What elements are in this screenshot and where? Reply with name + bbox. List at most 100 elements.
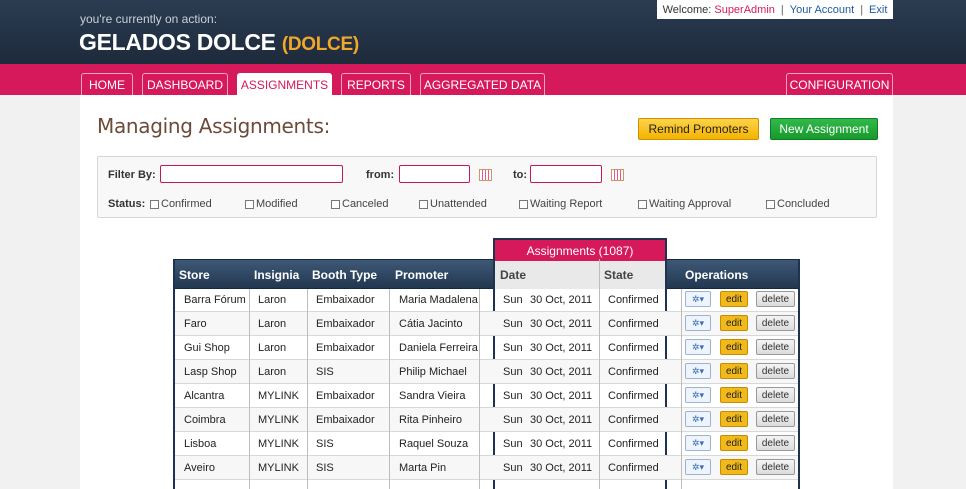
gear-menu-icon[interactable]: ✲▾ bbox=[685, 291, 711, 307]
tab-aggregated-data[interactable]: AGGREGATED DATA bbox=[420, 73, 545, 95]
edit-button[interactable]: edit bbox=[720, 435, 748, 451]
date-cell: 30 Oct, 2011 bbox=[530, 414, 593, 426]
status-waiting-report-checkbox[interactable]: Waiting Report bbox=[519, 198, 602, 210]
store-cell: Lisboa bbox=[184, 438, 217, 450]
table-row[interactable]: Lasp Shop Laron SIS Philip Michael Sun 30 Oct… bbox=[174, 360, 799, 384]
table-row[interactable]: Aveiro MYLINK SIS Marta Pin Sun 30 Oct, 2011 C… bbox=[174, 456, 799, 480]
store-cell: Faro bbox=[184, 318, 207, 330]
table-row[interactable]: Gui Shop Laron Embaixador Daniela Ferreira S… bbox=[174, 336, 799, 360]
column-header-state[interactable]: State bbox=[604, 268, 633, 282]
checkbox-box[interactable] bbox=[638, 199, 647, 209]
project-name: GELADOS DOLCE bbox=[79, 29, 276, 55]
table-border bbox=[798, 259, 800, 489]
status-canceled-checkbox[interactable]: Canceled bbox=[331, 198, 388, 210]
checkbox-box[interactable] bbox=[331, 199, 340, 209]
tab-reports[interactable]: REPORTS bbox=[341, 73, 411, 95]
checkbox-box[interactable] bbox=[245, 199, 254, 209]
delete-button[interactable]: delete bbox=[756, 363, 795, 379]
remind-promoters-button[interactable]: Remind Promoters bbox=[638, 118, 759, 140]
date-day-cell: Sun bbox=[503, 414, 523, 426]
table-border bbox=[173, 259, 175, 489]
promoter-cell: Maria Madalena bbox=[399, 294, 478, 306]
edit-button[interactable]: edit bbox=[720, 339, 748, 355]
gear-menu-icon[interactable]: ✲▾ bbox=[685, 435, 711, 451]
state-cell: Confirmed bbox=[608, 462, 659, 474]
column-header-date[interactable]: Date bbox=[500, 268, 526, 282]
gear-menu-icon[interactable]: ✲▾ bbox=[685, 411, 711, 427]
gear-menu-icon[interactable]: ✲▾ bbox=[685, 363, 711, 379]
delete-button[interactable]: delete bbox=[756, 291, 795, 307]
promoter-cell: Marta Pin bbox=[399, 462, 447, 474]
delete-button[interactable]: delete bbox=[756, 387, 795, 403]
status-confirmed-checkbox[interactable]: Confirmed bbox=[150, 198, 212, 210]
status-unattended-checkbox[interactable]: Unattended bbox=[419, 198, 487, 210]
date-day-cell: Sun bbox=[503, 342, 523, 354]
date-cell: 30 Oct, 2011 bbox=[530, 390, 593, 402]
table-row[interactable]: Alcantra MYLINK Embaixador Sandra Vieira Sun… bbox=[174, 384, 799, 408]
exit-link[interactable]: Exit bbox=[869, 4, 887, 16]
gear-menu-icon[interactable]: ✲▾ bbox=[685, 459, 711, 475]
delete-button[interactable]: delete bbox=[756, 411, 795, 427]
gear-menu-icon[interactable]: ✲▾ bbox=[685, 387, 711, 403]
assignments-count-caption: Assignments (1087) bbox=[495, 240, 665, 261]
gear-menu-icon[interactable]: ✲▾ bbox=[685, 315, 711, 331]
tab-configuration[interactable]: CONFIGURATION bbox=[786, 73, 893, 95]
promoter-cell: Daniela Ferreira bbox=[399, 342, 478, 354]
table-row[interactable]: Coimbra MYLINK Embaixador Rita Pinheiro Sun 3… bbox=[174, 408, 799, 432]
edit-button[interactable]: edit bbox=[720, 363, 748, 379]
status-label: Status: bbox=[108, 198, 146, 210]
to-label: to: bbox=[513, 169, 528, 181]
state-cell: Confirmed bbox=[608, 294, 659, 306]
insignia-cell: MYLINK bbox=[258, 414, 299, 426]
status-concluded-checkbox[interactable]: Concluded bbox=[766, 198, 830, 210]
date-day-cell: Sun bbox=[503, 438, 523, 450]
from-label: from: bbox=[366, 169, 395, 181]
edit-button[interactable]: edit bbox=[720, 291, 748, 307]
status-modified-checkbox[interactable]: Modified bbox=[245, 198, 298, 210]
table-row[interactable]: Faro Laron Embaixador Cátia Jacinto Sun 30 Oc… bbox=[174, 312, 799, 336]
gear-menu-icon[interactable]: ✲▾ bbox=[685, 339, 711, 355]
promoter-cell: Philip Michael bbox=[399, 366, 467, 378]
delete-button[interactable]: delete bbox=[756, 339, 795, 355]
edit-button[interactable]: edit bbox=[720, 315, 748, 331]
from-date-input[interactable] bbox=[399, 165, 470, 183]
status-waiting-approval-checkbox[interactable]: Waiting Approval bbox=[638, 198, 731, 210]
welcome-label: Welcome: SuperAdmin bbox=[662, 3, 775, 16]
tab-dashboard[interactable]: DASHBOARD bbox=[142, 73, 228, 95]
insignia-cell: Laron bbox=[258, 294, 287, 306]
checkbox-box[interactable] bbox=[150, 199, 159, 209]
new-assignment-button[interactable]: New Assignment bbox=[770, 118, 878, 140]
edit-button[interactable]: edit bbox=[720, 387, 748, 403]
table-row[interactable]: Barra Fórum Laron Embaixador Maria Madalena… bbox=[174, 288, 799, 312]
checkbox-box[interactable] bbox=[766, 199, 775, 209]
to-date-input[interactable] bbox=[530, 165, 602, 183]
calendar-icon[interactable] bbox=[611, 169, 624, 181]
state-cell: Confirmed bbox=[608, 366, 659, 378]
checkbox-box[interactable] bbox=[519, 199, 528, 209]
column-header-operations: Operations bbox=[685, 268, 749, 282]
column-header-store[interactable]: Store bbox=[179, 268, 210, 282]
project-title: GELADOS DOLCE (DOLCE) bbox=[79, 29, 359, 56]
edit-button[interactable]: edit bbox=[720, 411, 748, 427]
calendar-icon[interactable] bbox=[479, 169, 492, 181]
promoter-cell: Cátia Jacinto bbox=[399, 318, 463, 330]
filter-by-input[interactable] bbox=[160, 165, 343, 183]
column-header-promoter[interactable]: Promoter bbox=[395, 268, 448, 282]
table-row[interactable]: Lisboa MYLINK SIS Raquel Souza Sun 30 Oct, 20… bbox=[174, 432, 799, 456]
separator: | bbox=[780, 3, 784, 16]
column-header-booth-type[interactable]: Booth Type bbox=[312, 268, 377, 282]
tab-assignments[interactable]: ASSIGNMENTS bbox=[237, 73, 332, 95]
store-cell: Alcantra bbox=[184, 390, 225, 402]
edit-button[interactable]: edit bbox=[720, 459, 748, 475]
delete-button[interactable]: delete bbox=[756, 459, 795, 475]
delete-button[interactable]: delete bbox=[756, 315, 795, 331]
delete-button[interactable]: delete bbox=[756, 435, 795, 451]
store-cell: Gui Shop bbox=[184, 342, 230, 354]
booth-type-cell: Embaixador bbox=[316, 390, 375, 402]
promoter-cell: Rita Pinheiro bbox=[399, 414, 462, 426]
column-header-insignia[interactable]: Insignia bbox=[254, 268, 299, 282]
tab-home[interactable]: HOME bbox=[81, 73, 133, 95]
booth-type-cell: Embaixador bbox=[316, 294, 375, 306]
your-account-link[interactable]: Your Account bbox=[790, 4, 854, 16]
checkbox-box[interactable] bbox=[419, 199, 428, 209]
